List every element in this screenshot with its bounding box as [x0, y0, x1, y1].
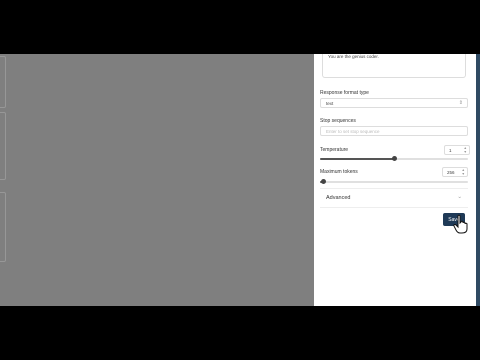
stepper-arrows-icon[interactable]: ▲ ▼ [464, 146, 467, 154]
temperature-value: 1 [449, 148, 452, 153]
system-message-text: You are the genius coder. [328, 54, 379, 59]
stop-sequences-placeholder: Enter to set stop sequence [326, 129, 380, 134]
response-format-value: text [326, 101, 334, 106]
temperature-slider-thumb[interactable] [392, 156, 397, 161]
chevron-updown-icon: ⇕ [458, 100, 463, 106]
stop-sequences-input[interactable]: Enter to set stop sequence [320, 126, 468, 136]
response-format-select[interactable]: text ⇕ [320, 98, 468, 108]
settings-panel: You are the genius coder. Response forma… [314, 54, 476, 306]
temperature-stepper[interactable]: 1 ▲ ▼ [444, 145, 470, 155]
temperature-label: Temperature [320, 147, 349, 153]
temperature-slider-fill [320, 158, 394, 160]
stop-sequences-label: Stop sequences [320, 118, 356, 124]
chevron-down-icon: ⌄ [457, 194, 462, 200]
system-message-textarea[interactable]: You are the genius coder. [322, 54, 466, 78]
max-tokens-label: Maximum tokens [320, 169, 358, 175]
background-card [0, 192, 6, 262]
window-edge [476, 54, 480, 306]
max-tokens-slider[interactable] [320, 181, 468, 183]
response-format-label: Response format type [320, 90, 369, 96]
max-tokens-stepper[interactable]: 256 ▲ ▼ [442, 167, 468, 177]
background-card [0, 112, 6, 180]
modal-backdrop[interactable] [0, 54, 314, 306]
stepper-arrows-icon[interactable]: ▲ ▼ [462, 168, 465, 176]
app-screen: You are the genius coder. Response forma… [0, 54, 476, 306]
background-card [0, 56, 6, 108]
max-tokens-value: 256 [447, 170, 455, 175]
advanced-label: Advanced [326, 195, 351, 201]
hand-cursor-icon [453, 214, 468, 234]
max-tokens-slider-thumb[interactable] [321, 179, 326, 184]
advanced-accordion[interactable]: Advanced ⌄ [320, 188, 468, 208]
